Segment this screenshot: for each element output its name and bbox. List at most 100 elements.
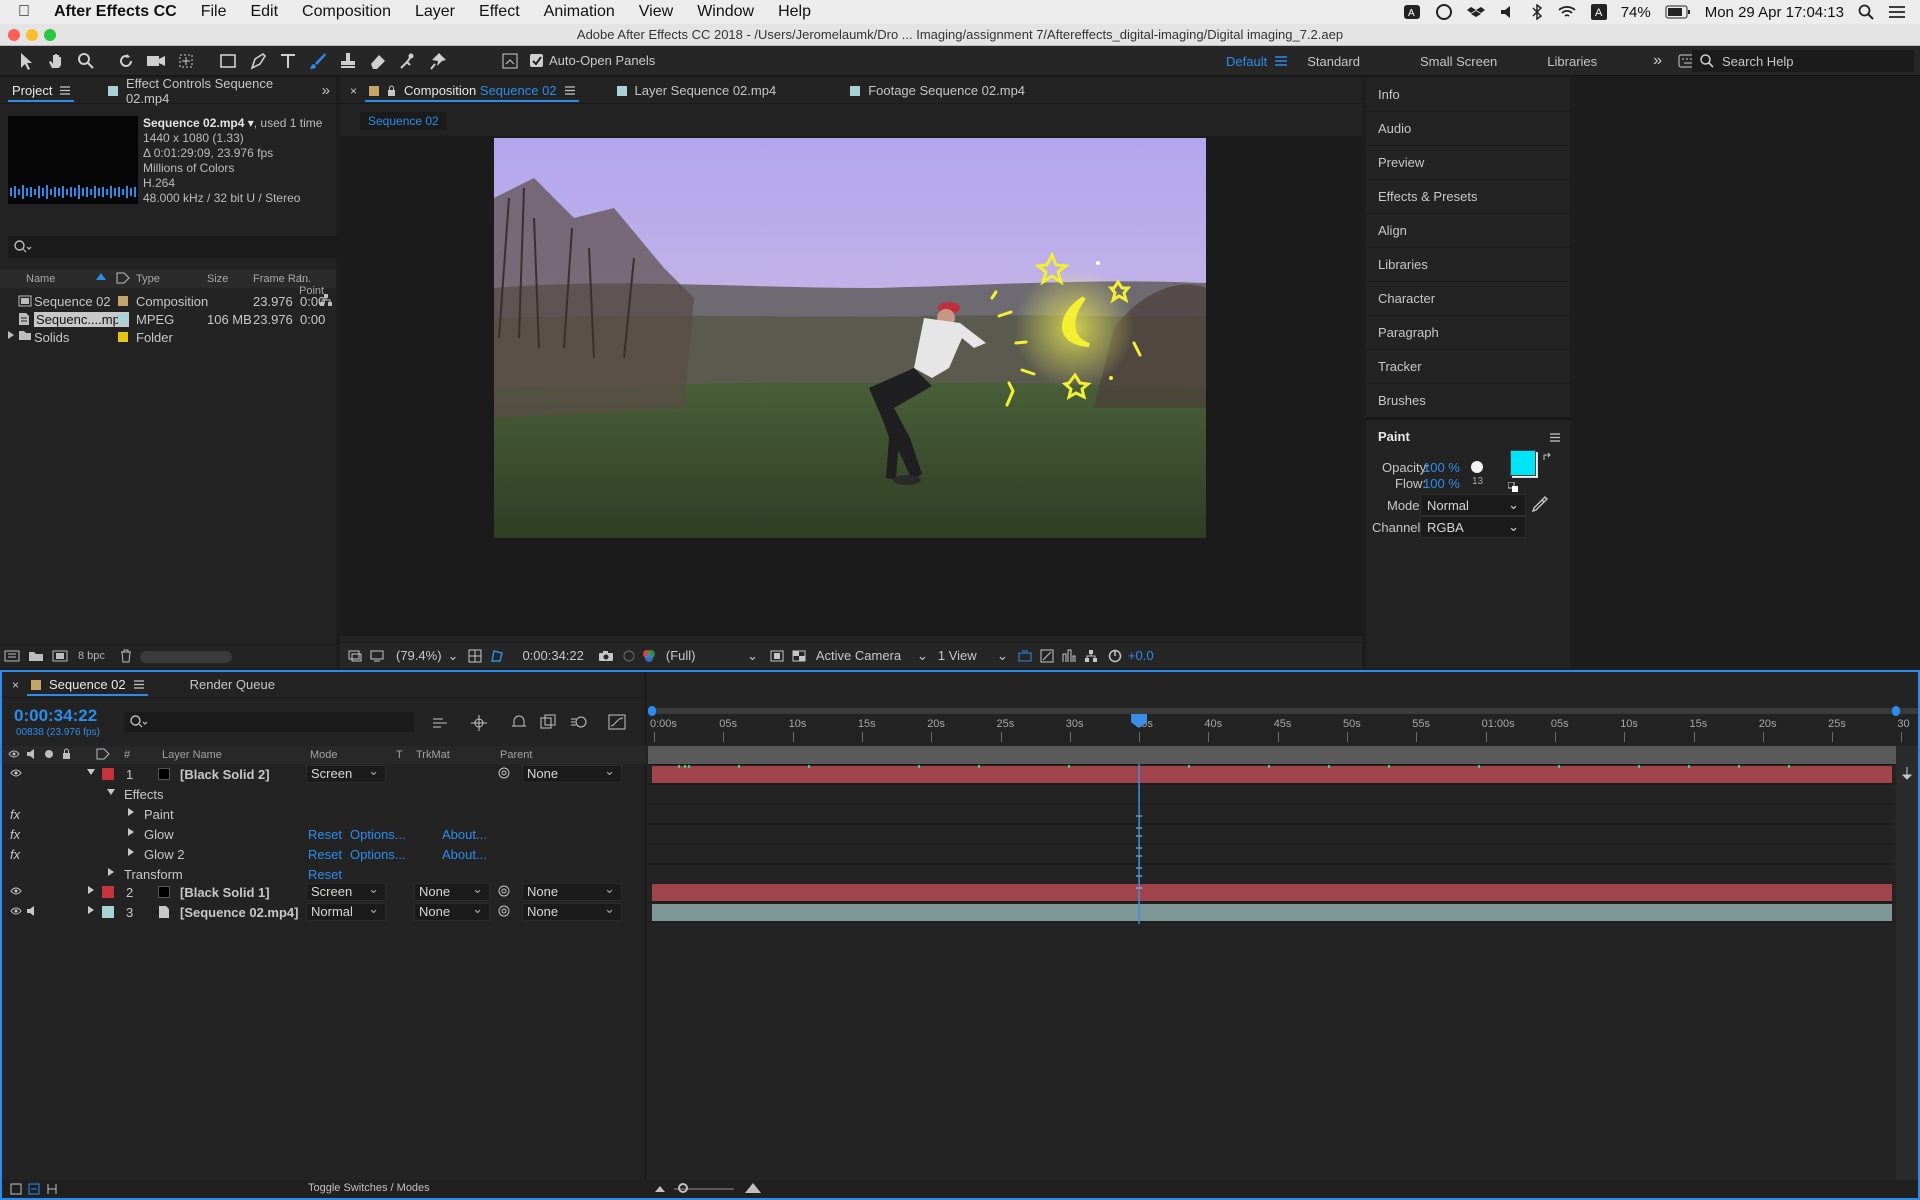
effect-about-link[interactable]: About... [442, 827, 487, 842]
layer-bar-sequence[interactable] [652, 904, 1892, 921]
workspace-standard[interactable]: Standard [1307, 54, 1376, 69]
transform-row[interactable]: Transform Reset [2, 864, 646, 884]
camera-tool-icon[interactable] [142, 47, 170, 75]
tab-composition[interactable]: Composition Sequence 02 [357, 78, 587, 104]
hand-tool-icon[interactable] [42, 47, 70, 75]
battery-icon[interactable] [1665, 5, 1691, 19]
pen-tool-icon[interactable] [244, 47, 272, 75]
time-ruler[interactable]: 0:00s05s10s15s20s25s30s35s40s45s50s55s01… [648, 714, 1918, 744]
zoom-tool-icon[interactable] [72, 47, 100, 75]
menu-layer[interactable]: Layer [403, 0, 467, 24]
panel-menu-icon[interactable] [60, 86, 71, 95]
timeline-icon[interactable] [1062, 649, 1076, 663]
panel-effects-presets[interactable]: Effects & Presets [1366, 180, 1570, 214]
menu-view[interactable]: View [627, 0, 685, 24]
panel-menu-icon[interactable] [1550, 433, 1560, 442]
label-tag-icon[interactable] [116, 272, 130, 284]
in-out-toggle-icon[interactable] [46, 1183, 58, 1195]
menu-edit[interactable]: Edit [238, 0, 290, 24]
tab-effect-controls[interactable]: Effect Controls Sequence 02.mp4 [96, 76, 321, 106]
zoom-in-icon[interactable] [744, 1182, 762, 1194]
keyframe-marker[interactable] [738, 765, 740, 768]
layer-row[interactable]: 3 [Sequence 02.mp4] Normal None None [2, 901, 646, 922]
zoom-slider-thumb[interactable] [678, 1183, 688, 1193]
lock-header-icon[interactable] [62, 748, 71, 759]
tab-render-queue[interactable]: Render Queue [178, 672, 287, 698]
search-help-input[interactable]: Search Help [1692, 50, 1914, 72]
fast-previews-icon[interactable] [1040, 649, 1054, 663]
timeline-scrollbar[interactable] [1896, 746, 1918, 1198]
effect-reset-link[interactable]: Reset [308, 827, 342, 842]
foreground-color-swatch[interactable] [1510, 450, 1536, 476]
keyframe-marker[interactable] [918, 765, 920, 768]
composition-frame[interactable] [494, 138, 1206, 538]
reset-exposure-icon[interactable] [1108, 649, 1122, 663]
track-area[interactable] [648, 764, 1918, 924]
layer-row[interactable]: 1 [Black Solid 2] Screen None [2, 763, 646, 784]
effect-about-link[interactable]: About... [442, 847, 487, 862]
pickwhip-icon[interactable] [498, 885, 510, 897]
keyframe-marker[interactable] [1388, 765, 1390, 768]
menu-help[interactable]: Help [766, 0, 823, 24]
bit-depth[interactable]: 8 bpc [78, 650, 105, 662]
fx-switch-icon[interactable]: fx [10, 807, 20, 822]
panel-character[interactable]: Character [1366, 282, 1570, 316]
project-item-row[interactable]: Solids Folder [0, 327, 336, 348]
col-parent[interactable]: Parent [500, 749, 532, 761]
layer-bar-black-solid-2[interactable] [652, 766, 1892, 783]
col-trkmat[interactable]: TrkMat [416, 749, 450, 761]
keyframe-marker[interactable] [1068, 765, 1070, 768]
eraser-tool-icon[interactable] [364, 47, 392, 75]
keyframe-marker[interactable] [688, 765, 690, 768]
exposure-value[interactable]: +0.0 [1128, 648, 1154, 663]
effect-row[interactable]: fx Glow Reset Options... About... [2, 824, 646, 844]
thumbnail-size-slider[interactable] [140, 651, 232, 663]
item-label-color[interactable] [118, 296, 128, 306]
keyframe-marker[interactable] [1688, 765, 1690, 768]
tab-timeline-sequence[interactable]: Sequence 02 [19, 672, 156, 698]
roto-brush-tool-icon[interactable] [394, 47, 422, 75]
video-switch-header-icon[interactable] [8, 748, 20, 760]
close-tab-icon[interactable]: × [12, 678, 19, 692]
workspace-menu-icon[interactable] [1275, 56, 1288, 66]
fx-switch-icon[interactable]: fx [10, 847, 20, 862]
tab-project[interactable]: Project [0, 78, 82, 104]
paint-mode-dropdown[interactable]: Normal ⌄ [1420, 494, 1526, 516]
composition-navigator-tab[interactable]: Sequence 02 [360, 112, 447, 130]
zoom-out-icon[interactable] [654, 1182, 666, 1194]
menu-file[interactable]: File [189, 0, 239, 24]
panel-audio[interactable]: Audio [1366, 112, 1570, 146]
toggle-switches-modes[interactable]: Toggle Switches / Modes [308, 1182, 430, 1194]
keyframe-marker[interactable] [1738, 765, 1740, 768]
layer-mode-dropdown[interactable]: Screen [306, 881, 386, 901]
trkmat-dropdown[interactable]: None [414, 881, 490, 901]
keyframe-marker[interactable] [684, 765, 686, 768]
selection-tool-icon[interactable] [12, 47, 40, 75]
keyframe-marker[interactable] [1788, 765, 1790, 768]
rectangle-tool-icon[interactable] [214, 47, 242, 75]
opacity-value[interactable]: 100 % [1423, 460, 1460, 475]
panel-info[interactable]: Info [1366, 78, 1570, 112]
keyframe-marker[interactable] [1558, 765, 1560, 768]
camera-dropdown[interactable]: Active Camera ⌄ [816, 648, 928, 664]
footage-name[interactable]: Sequence 02.mp4 ▾ [143, 116, 254, 130]
col-type[interactable]: Type [136, 273, 160, 285]
parent-dropdown[interactable]: None [522, 901, 622, 921]
item-label-color[interactable] [118, 314, 128, 324]
menu-app[interactable]: After Effects CC [42, 0, 189, 24]
type-tool-icon[interactable] [274, 47, 302, 75]
clone-stamp-tool-icon[interactable] [334, 47, 362, 75]
keyframe-marker[interactable] [678, 765, 680, 768]
zoom-window-button[interactable] [44, 29, 56, 41]
audio-speaker-icon[interactable] [26, 905, 38, 917]
input-source-icon[interactable]: A [1590, 4, 1607, 20]
video-eye-icon[interactable] [10, 905, 22, 917]
interpret-footage-icon[interactable] [4, 650, 20, 662]
panel-align[interactable]: Align [1366, 214, 1570, 248]
toggle-pixel-aspect-icon[interactable] [1018, 650, 1032, 662]
brush-tip-preview[interactable] [1471, 461, 1483, 473]
layer-label-color[interactable] [102, 886, 114, 898]
timeline-current-time[interactable]: 0:00:34:22 [14, 706, 97, 726]
expand-effect-icon[interactable] [126, 827, 136, 837]
trkmat-dropdown[interactable]: None [414, 901, 490, 921]
